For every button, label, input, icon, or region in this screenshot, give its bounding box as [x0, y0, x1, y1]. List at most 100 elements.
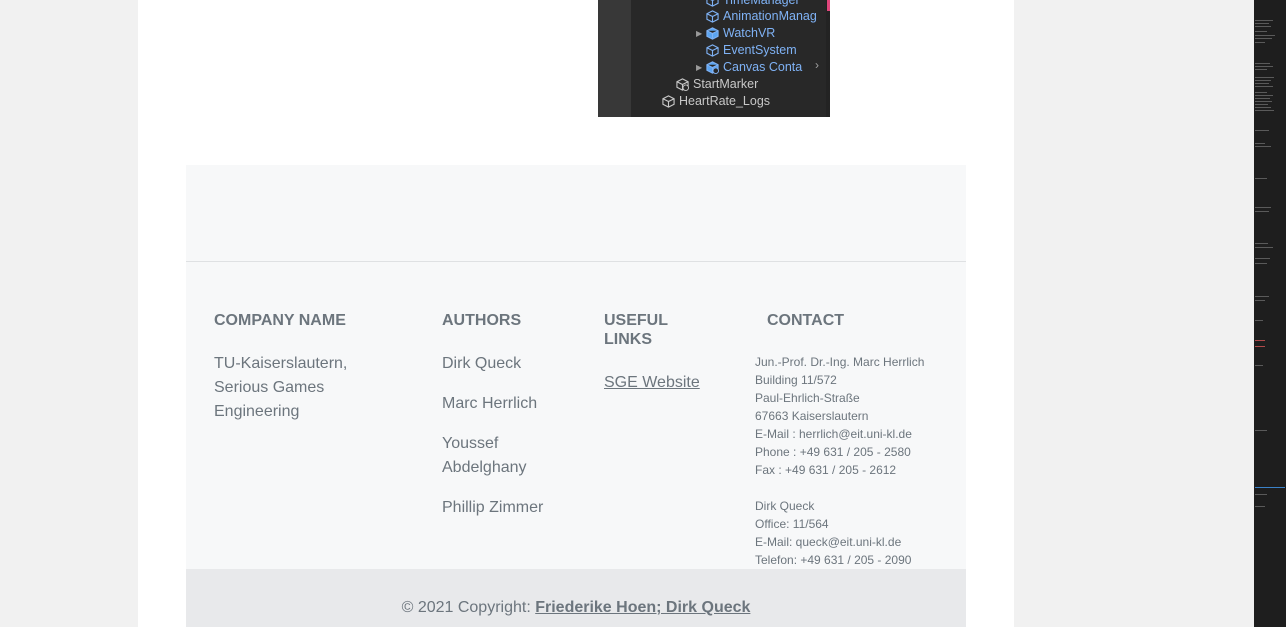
hierarchy-row[interactable]: AnimationManag: [706, 8, 817, 25]
minimap-line: [1255, 494, 1267, 495]
minimap-line: [1255, 296, 1269, 297]
minimap-line: [1255, 35, 1275, 36]
hierarchy-row[interactable]: StartMarker: [676, 76, 758, 93]
contact-line: Fax : +49 631 / 205 - 2612: [755, 463, 897, 477]
company-line: TU-Kaiserslautern,: [214, 355, 348, 372]
cube-icon: [706, 0, 719, 7]
minimap-line: [1255, 340, 1265, 341]
contact-line: 67663 Kaiserslautern: [755, 409, 869, 423]
minimap-line: [1255, 320, 1263, 321]
hierarchy-row[interactable]: ▶ WatchVR: [696, 25, 775, 42]
author-name: Dirk Queck: [442, 355, 522, 372]
hierarchy-screenshot: TimeManager AnimationManag ▶ WatchVR EventSy…: [598, 0, 830, 117]
minimap-line: [1255, 107, 1271, 108]
minimap-line: [1255, 143, 1265, 144]
cube-icon: [706, 10, 719, 23]
hierarchy-row-label: AnimationManag: [723, 9, 817, 23]
footer-divider: [186, 261, 966, 262]
copyright-prefix: © 2021 Copyright:: [401, 599, 536, 616]
company-line: Serious Games: [214, 379, 325, 396]
minimap-line: [1255, 69, 1267, 70]
minimap-line: [1255, 98, 1270, 99]
hierarchy-row[interactable]: ▶ Canvas Conta: [696, 59, 802, 76]
minimap-line: [1255, 23, 1269, 24]
cube-add-icon: [676, 78, 689, 91]
site-footer: Company name TU-Kaiserslautern, Serious …: [186, 165, 966, 627]
contact-line: E-Mail : herrlich@eit.uni-kl.de: [755, 427, 912, 441]
cube-icon: [706, 44, 719, 57]
hierarchy-gutter: [598, 0, 631, 117]
contact-heading: Contact: [767, 312, 845, 329]
minimap-line: [1255, 104, 1268, 105]
minimap-line: [1255, 83, 1269, 84]
copyright-holders-link[interactable]: Friederike Hoen; Dirk Queck: [535, 599, 750, 616]
minimap-line: [1255, 430, 1267, 431]
contact-line: Office: 11/564: [755, 517, 829, 531]
company-line: Engineering: [214, 403, 300, 420]
minimap-line: [1255, 207, 1271, 208]
author-name: Marc Herrlich: [442, 395, 538, 412]
company-name-heading: Company name: [214, 312, 346, 329]
minimap-line: [1255, 178, 1267, 179]
minimap-line: [1255, 42, 1265, 43]
minimap-line: [1255, 130, 1269, 131]
hierarchy-selection-marker: [827, 0, 830, 11]
copyright-text: © 2021 Copyright: Friederike Hoen; Dirk …: [186, 598, 966, 618]
minimap-line: [1255, 247, 1273, 248]
cube-icon: [662, 95, 675, 108]
author-name: Phillip Zimmer: [442, 499, 544, 516]
hierarchy-row-label: EventSystem: [723, 43, 797, 57]
author-item: Marc Herrlich: [442, 392, 537, 416]
contact-line: Phone : +49 631 / 205 - 2580: [755, 445, 911, 459]
minimap-line: [1255, 346, 1265, 347]
minimap-line: [1255, 243, 1268, 244]
useful-links-heading-line: Useful: [604, 312, 668, 329]
hierarchy-scrollbar: [826, 0, 830, 117]
minimap-line: [1255, 258, 1270, 259]
expand-arrow-icon[interactable]: ▶: [696, 25, 706, 42]
hierarchy-row-label: WatchVR: [723, 26, 776, 40]
minimap-line: [1255, 263, 1267, 264]
prefab-cube-add-icon: [706, 61, 719, 74]
contact-line: Dirk Queck: [755, 499, 815, 513]
minimap-line: [1255, 506, 1265, 507]
chevron-right-icon: ›: [815, 58, 819, 72]
expand-arrow-icon[interactable]: ▶: [696, 59, 706, 76]
minimap-line: [1255, 80, 1271, 81]
hierarchy-row[interactable]: EventSystem: [706, 42, 797, 59]
minimap-line: [1255, 38, 1272, 39]
authors-heading: Authors: [442, 312, 522, 329]
author-item: Phillip Zimmer: [442, 496, 543, 520]
hierarchy-row[interactable]: HeartRate_Logs: [662, 93, 770, 110]
minimap-line: [1255, 110, 1274, 111]
minimap-line: [1255, 211, 1269, 212]
contact-line: Building 11/572: [755, 373, 837, 387]
copyright-bar: © 2021 Copyright: Friederike Hoen; Dirk …: [186, 569, 966, 627]
hierarchy-row-label: Canvas Conta: [723, 60, 803, 74]
sge-website-link[interactable]: SGE Website: [604, 371, 700, 395]
minimap-line: [1255, 63, 1270, 64]
prefab-cube-icon: [706, 27, 719, 40]
contact-line: Jun.-Prof. Dr.-Ing. Marc Herrlich: [755, 355, 925, 369]
minimap-line: [1255, 20, 1273, 21]
author-name: Abdelghany: [442, 459, 527, 476]
useful-links-heading-line: links: [604, 331, 652, 348]
author-name: Youssef: [442, 435, 499, 452]
hierarchy-row-label: StartMarker: [693, 77, 759, 91]
hierarchy-row-label: HeartRate_Logs: [679, 94, 771, 108]
minimap-line: [1255, 146, 1271, 147]
company-description: TU-Kaiserslautern, Serious Games Enginee…: [214, 352, 347, 424]
minimap-line: [1255, 66, 1273, 67]
minimap-line: [1255, 300, 1265, 301]
contact-line: Paul-Ehrlich-Straße: [755, 391, 860, 405]
minimap-line: [1255, 92, 1267, 93]
minimap-line: [1255, 487, 1285, 488]
contact-line: Telefon: +49 631 / 205 - 2090: [755, 553, 912, 567]
minimap-line: [1255, 101, 1272, 102]
minimap-line: [1255, 77, 1274, 78]
contact-line: E-Mail: queck@eit.uni-kl.de: [755, 535, 902, 549]
editor-minimap[interactable]: [1254, 0, 1286, 627]
minimap-line: [1255, 31, 1267, 32]
minimap-line: [1255, 86, 1273, 87]
minimap-line: [1255, 365, 1263, 366]
